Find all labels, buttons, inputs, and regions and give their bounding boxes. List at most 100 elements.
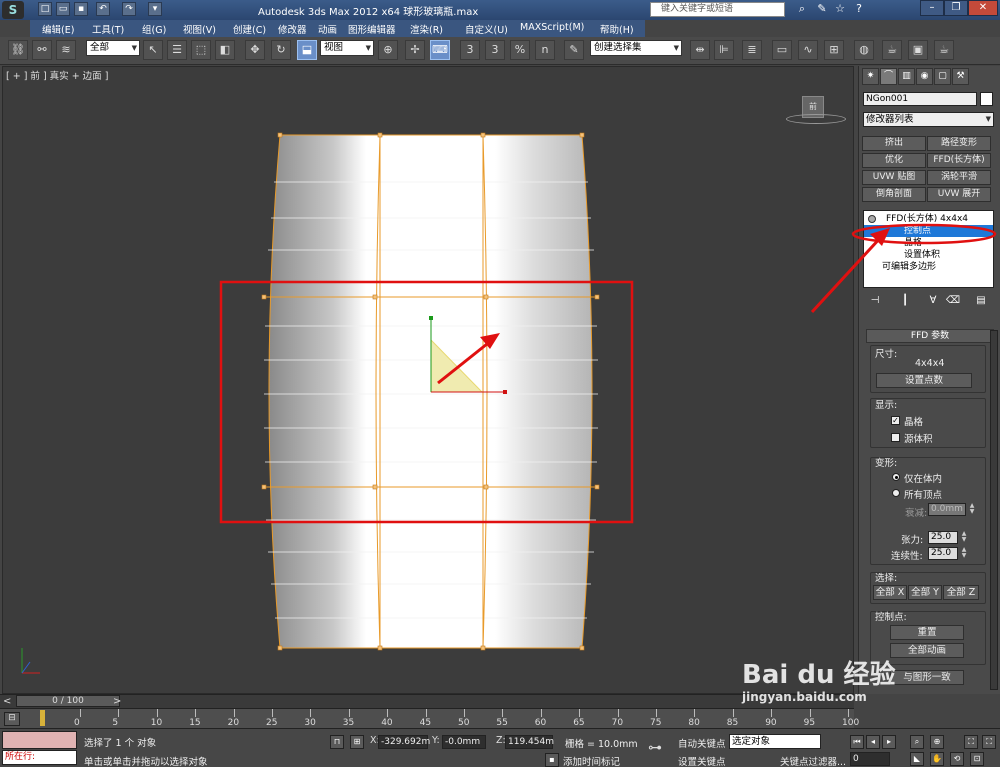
modifier-unwrap-uvw-button[interactable]: UVW 展开: [927, 187, 991, 202]
only-in-volume-label: 仅在体内: [904, 474, 943, 485]
modifier-turbosmooth-button[interactable]: 涡轮平滑: [927, 170, 991, 185]
pin-stack-icon[interactable]: ⊣: [867, 293, 883, 309]
falloff-spinner[interactable]: 0.0mm: [928, 503, 966, 516]
continuity-spinner[interactable]: 25.0: [928, 547, 958, 560]
orbit-icon[interactable]: ⟲: [950, 752, 964, 766]
zoom-all-icon[interactable]: ⊕: [930, 735, 944, 749]
watermark: Bai du 经验 jingyan.baidu.com: [742, 660, 896, 704]
render-production-icon[interactable]: ☕: [934, 40, 954, 60]
reset-button[interactable]: 重置: [890, 625, 964, 640]
continuity-label: 连续性:: [891, 551, 923, 562]
timeline-tick: [579, 709, 581, 717]
zoom-icon[interactable]: ⌕: [910, 735, 924, 749]
modifier-extrude-button[interactable]: 挤出: [862, 136, 926, 151]
play-icon[interactable]: ▸: [882, 735, 896, 749]
slider-prev-arrow-icon[interactable]: <: [3, 696, 11, 707]
lock-selection-icon[interactable]: ⊓: [330, 735, 344, 749]
time-tag-icon[interactable]: ▪: [545, 753, 559, 767]
set-points-button[interactable]: 设置点数: [876, 373, 972, 388]
tension-spinner[interactable]: 25.0: [928, 531, 958, 544]
x-coord-field[interactable]: -329.692m: [378, 735, 430, 749]
scene-canvas: [21, 132, 634, 674]
show-end-result-icon[interactable]: ┃: [897, 293, 913, 309]
fov-icon[interactable]: ◣: [910, 752, 924, 766]
hierarchy-tab-icon[interactable]: ▥: [898, 68, 915, 85]
goto-start-icon[interactable]: ⏮: [850, 735, 864, 749]
display-tab-icon[interactable]: ▢: [934, 68, 951, 85]
continuity-spinner-arrows[interactable]: ▲ ▼: [960, 547, 968, 560]
modify-tab-icon[interactable]: ⌒: [880, 68, 897, 85]
configure-sets-icon[interactable]: ▤: [973, 293, 989, 309]
key-filters-button[interactable]: 关键点过滤器...: [780, 754, 846, 767]
zoom-extents-icon[interactable]: ⛶: [964, 735, 978, 749]
object-color-swatch[interactable]: [980, 92, 993, 106]
add-time-tag-button[interactable]: 添加时间标记: [563, 754, 620, 767]
minimize-button[interactable]: –: [920, 0, 944, 16]
material-editor-icon[interactable]: ◍: [854, 40, 874, 60]
timeline-tick: [233, 709, 235, 717]
remove-modifier-icon[interactable]: ⌫: [945, 293, 961, 309]
control-points-label: 控制点:: [875, 612, 907, 623]
current-frame-field[interactable]: 0: [850, 752, 890, 766]
motion-tab-icon[interactable]: ◉: [916, 68, 933, 85]
slider-next-arrow-icon[interactable]: >: [113, 696, 121, 707]
timeline-tick: [694, 709, 696, 717]
maxscript-listener-mini[interactable]: [2, 731, 77, 749]
modifier-path-deform-button[interactable]: 路径变形: [927, 136, 991, 151]
select-all-x-button[interactable]: 全部 X: [873, 585, 907, 600]
watermark-url: jingyan.baidu.com: [742, 690, 867, 704]
object-name-field[interactable]: NGon001: [863, 92, 977, 106]
maxscript-run-label[interactable]: 所在行:: [2, 750, 77, 765]
watermark-brand: Bai du 经验: [742, 660, 896, 690]
modifier-ffd-box-button[interactable]: FFD(长方体): [927, 153, 991, 168]
prev-frame-icon[interactable]: ◂: [866, 735, 880, 749]
timeline-tick: [348, 709, 350, 717]
timeline-tick-label: 100: [842, 718, 860, 728]
timeline-tick: [272, 709, 273, 717]
zoom-extents-all-icon[interactable]: ⛶: [982, 735, 996, 749]
lattice-checkbox[interactable]: ✓: [891, 416, 900, 425]
close-button[interactable]: ✕: [968, 0, 998, 16]
timeline-tick-label: 25: [266, 718, 278, 728]
conform-to-shape-button[interactable]: 与图形一致: [890, 670, 964, 685]
modifier-bevel-profile-button[interactable]: 倒角剖面: [862, 187, 926, 202]
timeline-tick: [848, 709, 849, 717]
set-key-button[interactable]: 设置关键点: [678, 754, 726, 767]
modifier-uvw-map-button[interactable]: UVW 贴图: [862, 170, 926, 185]
track-ticks: 0 5 10 15 20 25 30 35 40 45 50 55 60 65 70 75 80 85 90 95 10…: [0, 708, 859, 728]
make-unique-icon[interactable]: ∀: [925, 293, 941, 309]
restore-button[interactable]: ❐: [944, 0, 968, 16]
only-in-volume-radio[interactable]: [892, 473, 900, 481]
timeline-tick-label: 15: [189, 718, 201, 728]
timeline-tick-label: 85: [726, 718, 739, 728]
maximize-viewport-icon[interactable]: ⊡: [970, 752, 984, 766]
modifier-optimize-button[interactable]: 优化: [862, 153, 926, 168]
deform-label: 变形:: [875, 458, 898, 469]
key-icon[interactable]: ⊶: [648, 740, 662, 756]
y-coord-field[interactable]: -0.0mm: [442, 735, 486, 749]
select-all-y-button[interactable]: 全部 Y: [908, 585, 942, 600]
source-volume-checkbox[interactable]: [891, 433, 900, 442]
rendered-frame-icon[interactable]: ▣: [908, 40, 928, 60]
pan-icon[interactable]: ✋: [930, 752, 944, 766]
select-all-z-button[interactable]: 全部 Z: [943, 585, 979, 600]
absolute-mode-icon[interactable]: ⊞: [350, 735, 364, 749]
time-slider-track[interactable]: [0, 694, 854, 708]
all-vertices-radio[interactable]: [892, 489, 900, 497]
auto-key-selection-dropdown[interactable]: 选定对象: [729, 734, 821, 749]
select-label: 选择:: [875, 573, 898, 584]
create-tab-icon[interactable]: ✷: [862, 68, 879, 85]
utilities-tab-icon[interactable]: ⚒: [952, 68, 969, 85]
z-coord-field[interactable]: 119.454m: [505, 735, 554, 749]
modifier-list-dropdown[interactable]: 修改器列表: [863, 112, 994, 127]
render-setup-icon[interactable]: ☕: [882, 40, 902, 60]
ffd-params-rollout-header[interactable]: FFD 参数: [866, 329, 994, 343]
grid-size-text: 栅格 = 10.0mm: [565, 739, 638, 750]
tension-label: 张力:: [901, 535, 924, 546]
command-panel-scrollbar[interactable]: [990, 330, 998, 690]
animate-all-button[interactable]: 全部动画: [890, 643, 964, 658]
time-slider-thumb[interactable]: 0 / 100: [16, 695, 120, 707]
tension-spinner-arrows[interactable]: ▲ ▼: [960, 531, 968, 544]
auto-key-button[interactable]: 自动关键点: [678, 736, 726, 750]
falloff-spinner-arrows[interactable]: ▲ ▼: [968, 503, 976, 516]
